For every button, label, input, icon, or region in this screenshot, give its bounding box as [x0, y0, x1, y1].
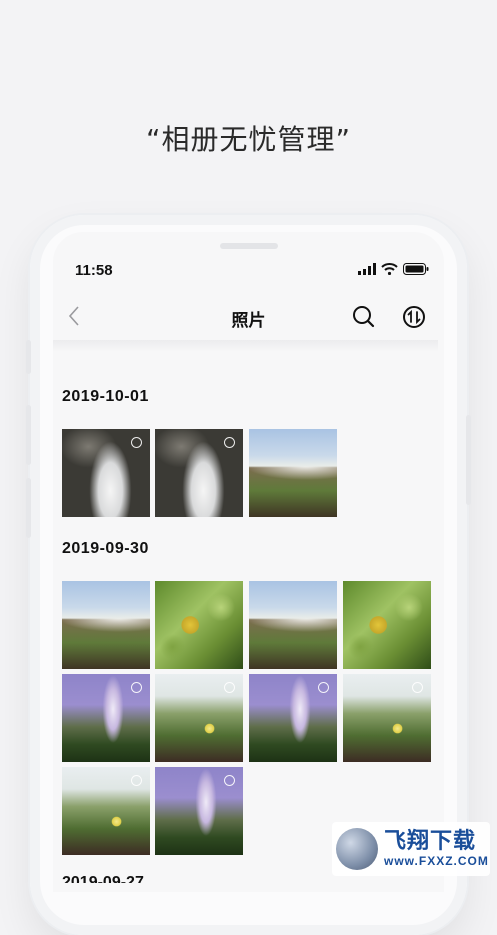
sort-button[interactable]	[401, 304, 427, 330]
site-watermark: 飞翔下载 www.FXXZ.COM	[332, 822, 490, 876]
select-circle[interactable]	[412, 682, 423, 693]
select-circle[interactable]	[224, 775, 235, 786]
select-circle[interactable]	[131, 682, 142, 693]
phone-side-button	[26, 478, 31, 538]
photo-thumbnail[interactable]	[155, 674, 243, 762]
select-circle[interactable]	[318, 682, 329, 693]
sort-icon	[403, 306, 425, 328]
phone-side-button	[26, 405, 31, 465]
photo-thumbnail[interactable]	[62, 581, 150, 669]
photo-thumbnail[interactable]	[62, 429, 150, 517]
photo-thumbnail[interactable]	[343, 674, 431, 762]
phone-speaker	[220, 243, 278, 249]
nav-divider	[53, 340, 438, 352]
wifi-icon	[381, 263, 398, 275]
select-circle[interactable]	[131, 775, 142, 786]
status-time: 11:58	[75, 262, 113, 279]
select-circle[interactable]	[131, 437, 142, 448]
photo-thumbnail[interactable]	[155, 429, 243, 517]
watermark-url: www.FXXZ.COM	[384, 854, 489, 868]
app-promo-screen: { "promo": { "headline": "“相册无忧管理”" }, "…	[0, 0, 497, 935]
phone-power-button	[466, 415, 471, 505]
photo-thumbnail[interactable]	[62, 767, 150, 855]
photo-thumbnail[interactable]	[155, 581, 243, 669]
battery-icon	[403, 263, 429, 275]
phone-side-button	[26, 340, 31, 374]
date-header: 2019-10-01	[62, 388, 149, 405]
status-icons	[358, 263, 429, 275]
photo-thumbnail[interactable]	[249, 429, 337, 517]
photo-thumbnail[interactable]	[62, 674, 150, 762]
search-button[interactable]	[351, 304, 377, 330]
promo-headline: “相册无忧管理”	[145, 123, 351, 156]
photo-thumbnail[interactable]	[155, 767, 243, 855]
photo-thumbnail[interactable]	[249, 581, 337, 669]
photo-thumbnail[interactable]	[343, 581, 431, 669]
signal-icon	[358, 263, 376, 275]
watermark-title: 飞翔下载	[384, 829, 477, 854]
photo-thumbnail[interactable]	[249, 674, 337, 762]
date-header: 2019-09-30	[62, 540, 149, 557]
select-circle[interactable]	[224, 437, 235, 448]
search-icon	[353, 306, 375, 328]
select-circle[interactable]	[224, 682, 235, 693]
watermark-logo-icon	[336, 828, 378, 870]
date-header: 2019-09-27	[62, 874, 144, 883]
